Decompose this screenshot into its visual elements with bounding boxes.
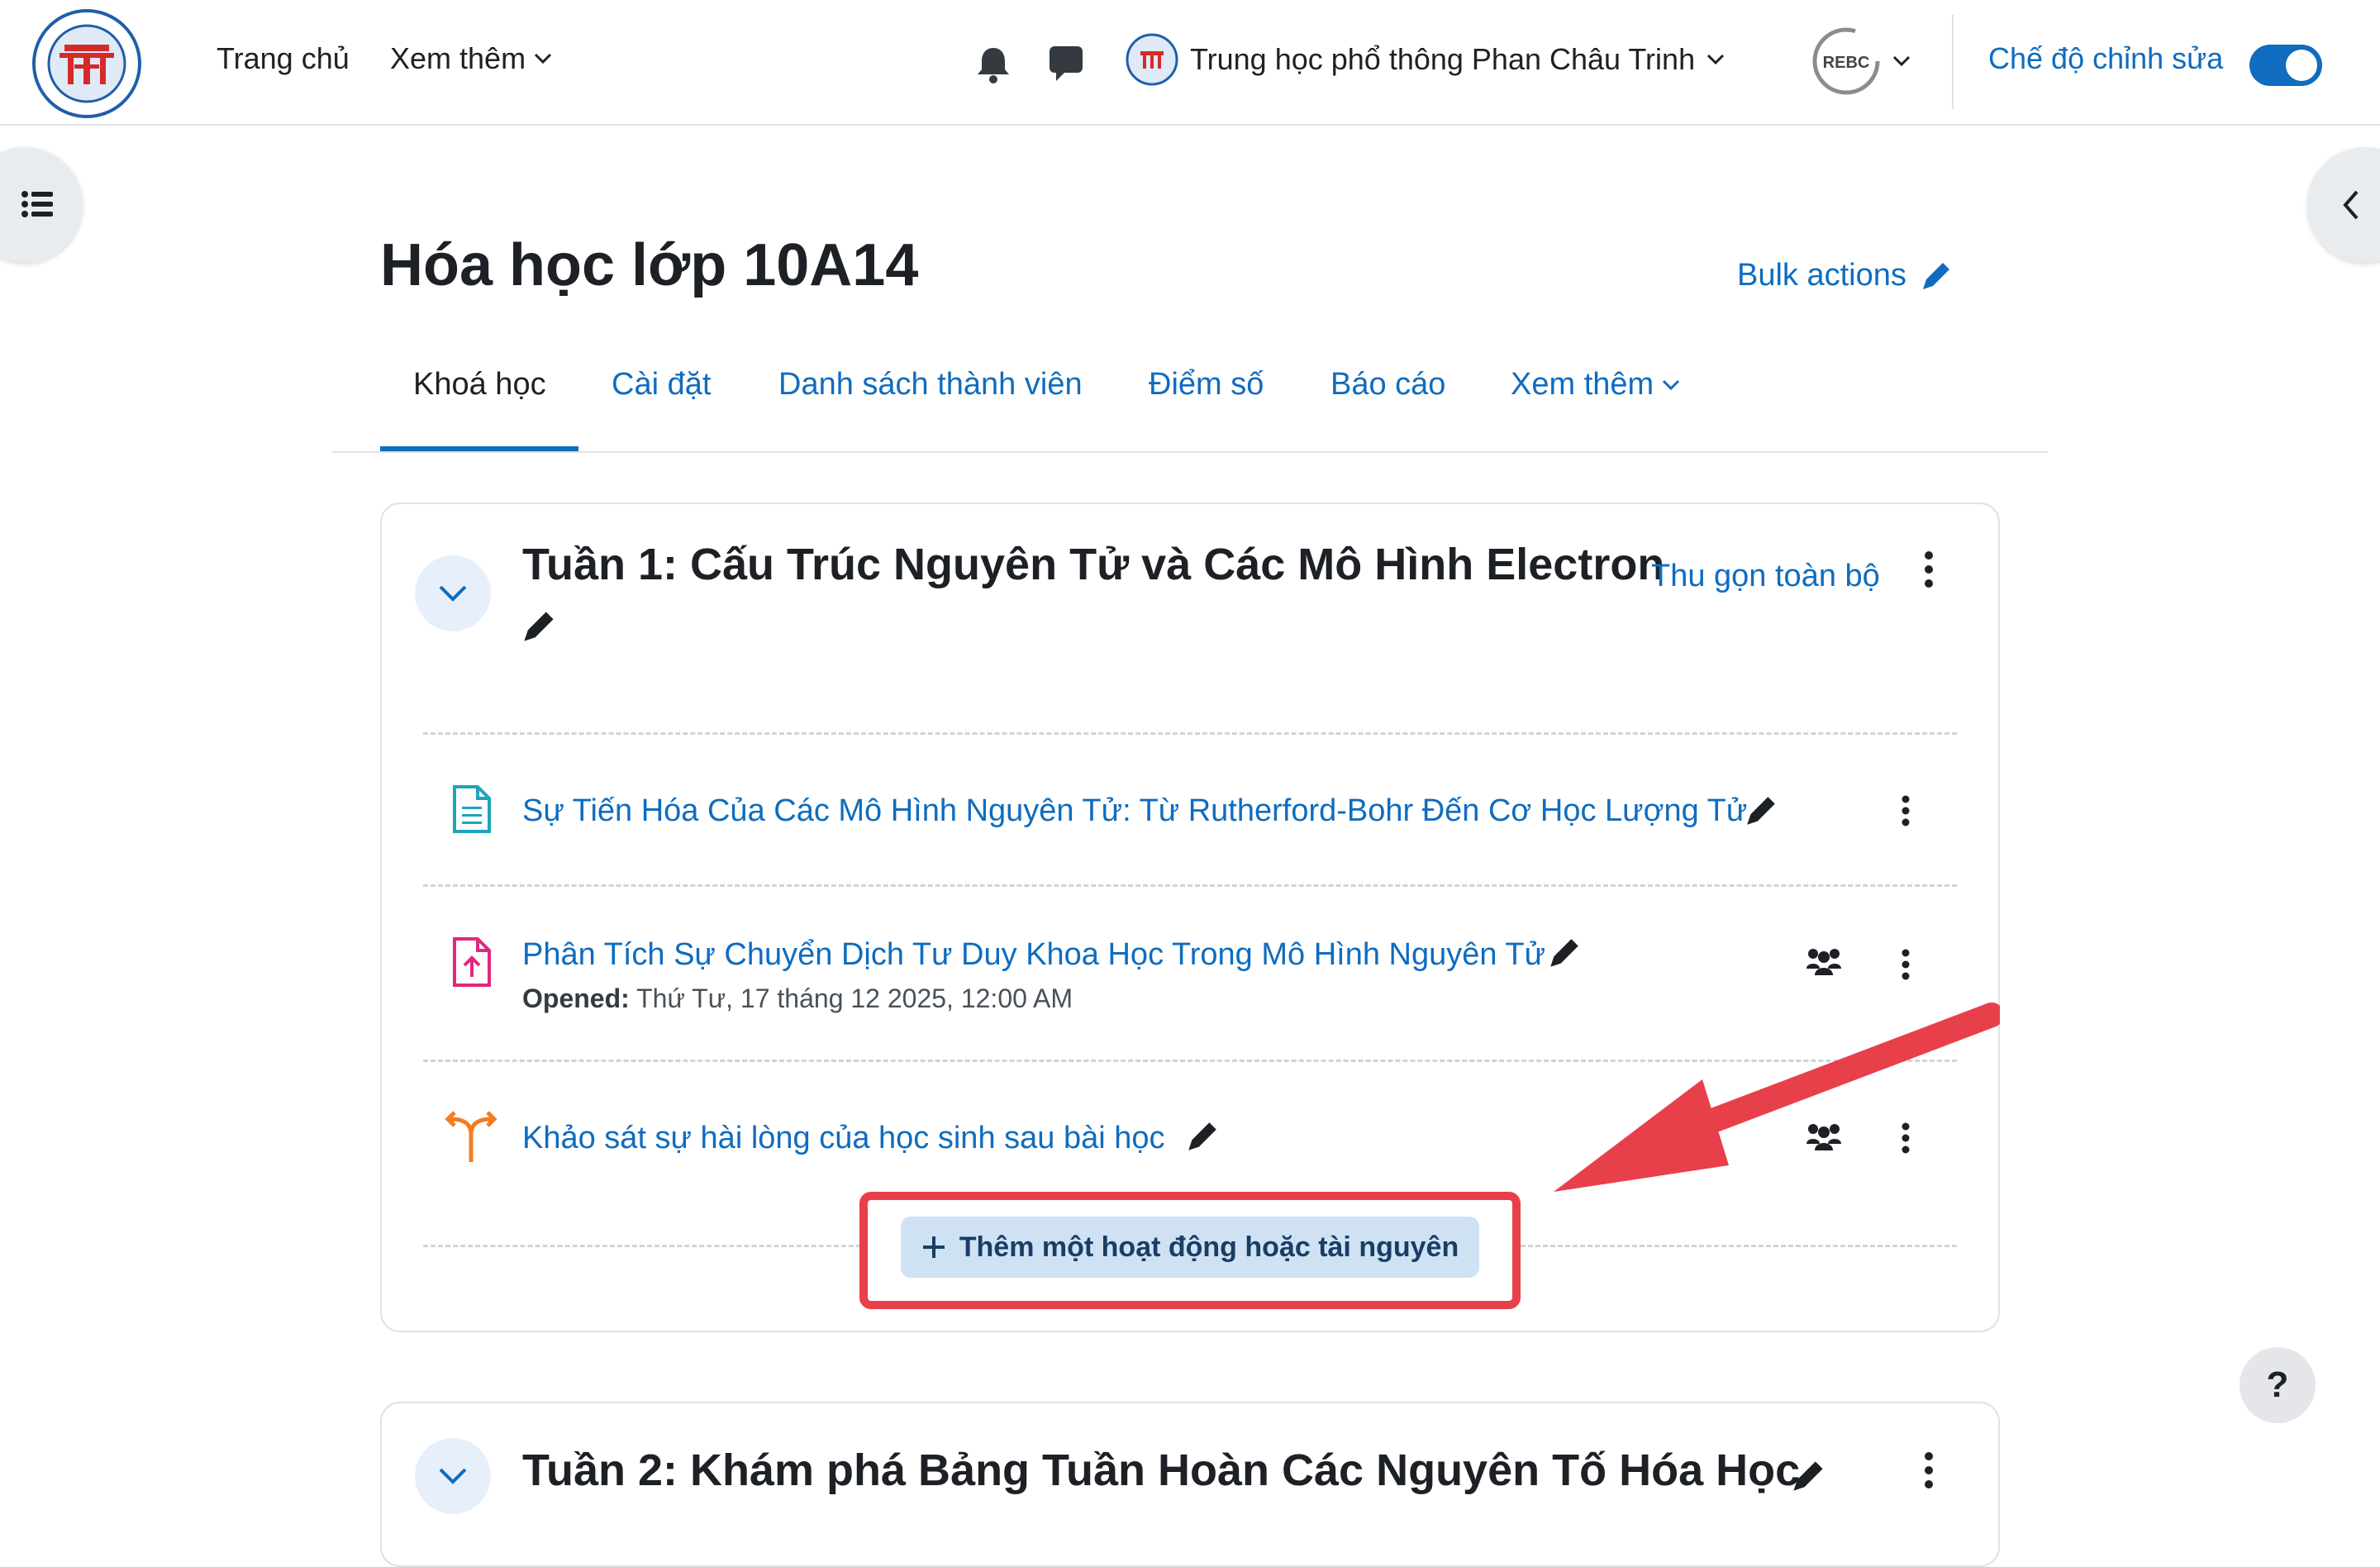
site-logo[interactable] <box>31 8 142 119</box>
activity-menu-icon[interactable] <box>1899 795 1912 826</box>
active-tab-indicator <box>380 446 578 451</box>
section-collapse-button[interactable] <box>415 555 491 631</box>
pencil-icon[interactable] <box>1547 936 1582 970</box>
tab-label: Điểm số <box>1149 367 1264 402</box>
tab-more[interactable]: Xem thêm <box>1511 367 1680 402</box>
tab-label: Danh sách thành viên <box>778 367 1083 402</box>
top-navbar: Trang chủ Xem thêm Trung học phổ thông P… <box>0 0 2380 126</box>
collapse-all-link[interactable]: Thu gọn toàn bộ <box>1651 559 1880 594</box>
chevron-down-icon <box>1663 379 1680 390</box>
school-name: Trung học phổ thông Phan Châu Trinh <box>1190 42 1696 76</box>
pencil-icon <box>1922 262 1949 289</box>
tab-label: Báo cáo <box>1330 367 1446 402</box>
page-title: Hóa học lớp 10A14 <box>380 232 919 298</box>
opened-label: Opened: <box>522 984 630 1013</box>
section-menu-icon[interactable] <box>1922 550 1935 588</box>
nav-home-label: Trang chủ <box>217 41 350 75</box>
tab-course[interactable]: Khoá học <box>413 367 546 402</box>
svg-text:REBC: REBC <box>1823 54 1870 72</box>
course-index-drawer-button[interactable] <box>0 147 83 263</box>
tab-reports[interactable]: Báo cáo <box>1330 367 1445 402</box>
activity-divider <box>423 1245 861 1247</box>
course-secondary-nav: Khoá học Cài đặt Danh sách thành viên Đi… <box>332 355 2048 453</box>
chevron-down-icon <box>439 1468 467 1484</box>
activity-divider <box>423 732 1957 735</box>
help-button[interactable]: ? <box>2240 1347 2316 1423</box>
tab-label: Xem thêm <box>1511 367 1654 402</box>
activity-date-info: Opened: Thứ Tư, 17 tháng 12 2025, 12:00 … <box>522 984 1073 1014</box>
pencil-icon[interactable] <box>1185 1119 1220 1154</box>
user-menu[interactable]: REBC <box>1811 26 1911 96</box>
bell-icon[interactable] <box>975 45 1011 84</box>
tab-participants[interactable]: Danh sách thành viên <box>778 367 1083 402</box>
activity-link[interactable]: Khảo sát sự hài lòng của học sinh sau bà… <box>522 1121 1165 1156</box>
nav-more-dropdown[interactable]: Xem thêm <box>390 41 552 76</box>
edit-mode-toggle[interactable] <box>2249 45 2322 86</box>
bulk-actions-link[interactable]: Bulk actions <box>1737 258 1953 293</box>
activity-link[interactable]: Sự Tiến Hóa Của Các Mô Hình Nguyên Tử: T… <box>522 793 1747 829</box>
tab-settings[interactable]: Cài đặt <box>612 367 711 402</box>
section-menu-icon[interactable] <box>1922 1451 1935 1489</box>
section-title[interactable]: Tuần 2: Khám phá Bảng Tuần Hoàn Các Nguy… <box>522 1445 1800 1496</box>
edit-mode-label: Chế độ chỉnh sửa <box>1988 41 2224 75</box>
activity-divider <box>423 884 1957 887</box>
avatar: REBC <box>1812 27 1880 95</box>
chevron-down-icon <box>535 53 552 64</box>
chevron-left-icon <box>2343 190 2359 220</box>
nav-more-label: Xem thêm <box>390 41 526 75</box>
activity-divider <box>1521 1245 1957 1247</box>
pencil-icon[interactable] <box>521 608 557 645</box>
list-icon <box>21 191 53 217</box>
school-selector[interactable]: Trung học phổ thông Phan Châu Trinh <box>1126 33 1725 86</box>
annotation-highlight-box <box>859 1192 1521 1309</box>
tab-label: Cài đặt <box>612 367 712 402</box>
pencil-icon[interactable] <box>1744 793 1778 828</box>
opened-date: Thứ Tư, 17 tháng 12 2025, 12:00 AM <box>636 984 1073 1013</box>
nav-divider <box>1952 15 1954 109</box>
choice-icon <box>445 1109 497 1164</box>
section-collapse-button[interactable] <box>415 1438 491 1514</box>
chevron-down-icon <box>1707 54 1725 65</box>
section-title[interactable]: Tuần 1: Cấu Trúc Nguyên Tử và Các Mô Hìn… <box>522 539 1664 590</box>
assignment-icon <box>451 936 493 988</box>
help-label: ? <box>2266 1365 2289 1405</box>
group-mode-icon[interactable] <box>1805 947 1843 977</box>
nav-home[interactable]: Trang chủ <box>217 41 350 76</box>
chevron-down-icon <box>1892 55 1911 67</box>
activity-menu-icon[interactable] <box>1899 949 1912 980</box>
page-icon <box>451 784 493 835</box>
annotation-arrow-icon <box>1554 1003 2000 1192</box>
pencil-icon[interactable] <box>1790 1458 1826 1494</box>
messages-icon[interactable] <box>1048 45 1084 83</box>
activity-link[interactable]: Phân Tích Sự Chuyển Dịch Tư Duy Khoa Học… <box>522 937 1545 973</box>
tab-grades[interactable]: Điểm số <box>1149 367 1264 402</box>
school-logo-icon <box>1126 33 1178 86</box>
chevron-down-icon <box>439 585 467 602</box>
block-drawer-button[interactable] <box>2307 147 2380 263</box>
bulk-actions-label: Bulk actions <box>1737 258 1906 293</box>
tab-label: Khoá học <box>413 367 546 402</box>
